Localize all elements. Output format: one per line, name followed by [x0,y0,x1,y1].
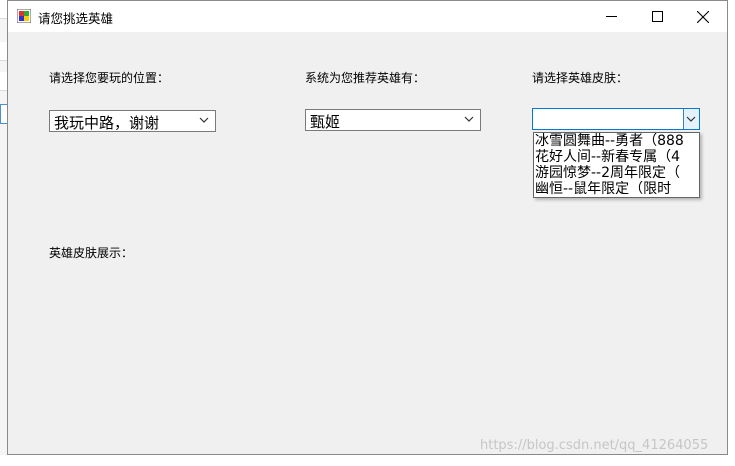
minimize-icon [605,16,617,17]
hero-select-value: 甄姬 [310,113,341,131]
maximize-button[interactable] [634,1,680,32]
chevron-down-icon [464,116,474,122]
skin-select[interactable] [532,108,700,130]
window-title: 请您挑选英雄 [38,11,114,26]
skin-option[interactable]: 冰雪圆舞曲--勇者（888 [534,133,699,149]
maximize-icon [651,11,663,22]
skin-option[interactable]: 花好人间--新春专属（4 [534,149,699,165]
app-window: 请您挑选英雄 请选择您要玩的位置： 系统为您推荐英雄有： 请选择英雄皮肤： 我玩… [7,0,728,455]
skin-dropdown-button[interactable] [683,109,699,129]
position-label: 请选择您要玩的位置： [49,71,170,85]
close-icon [697,10,709,23]
hero-select[interactable]: 甄姬 [305,109,481,131]
background-bottom [0,455,735,466]
skin-dropdown-list[interactable]: 冰雪圆舞曲--勇者（888 花好人间--新春专属（4 游园惊梦--2周年限定（ … [533,132,700,198]
position-select-value: 我玩中路，谢谢 [54,114,160,132]
skin-display-label: 英雄皮肤展示： [49,246,134,260]
watermark: https://blog.csdn.net/qq_41264055 [480,438,709,453]
skin-option[interactable]: 游园惊梦--2周年限定（ [534,165,699,181]
title-bar[interactable]: 请您挑选英雄 [8,1,727,32]
position-select[interactable]: 我玩中路，谢谢 [49,110,216,132]
recommend-label: 系统为您推荐英雄有： [305,71,426,85]
skin-option[interactable]: 幽恒--鼠年限定（限时 [534,181,699,197]
chevron-down-icon [686,116,696,122]
skin-label: 请选择英雄皮肤： [532,71,629,85]
minimize-button[interactable] [588,1,634,32]
chevron-down-icon [199,117,209,123]
close-button[interactable] [680,1,726,32]
app-icon [17,9,31,23]
